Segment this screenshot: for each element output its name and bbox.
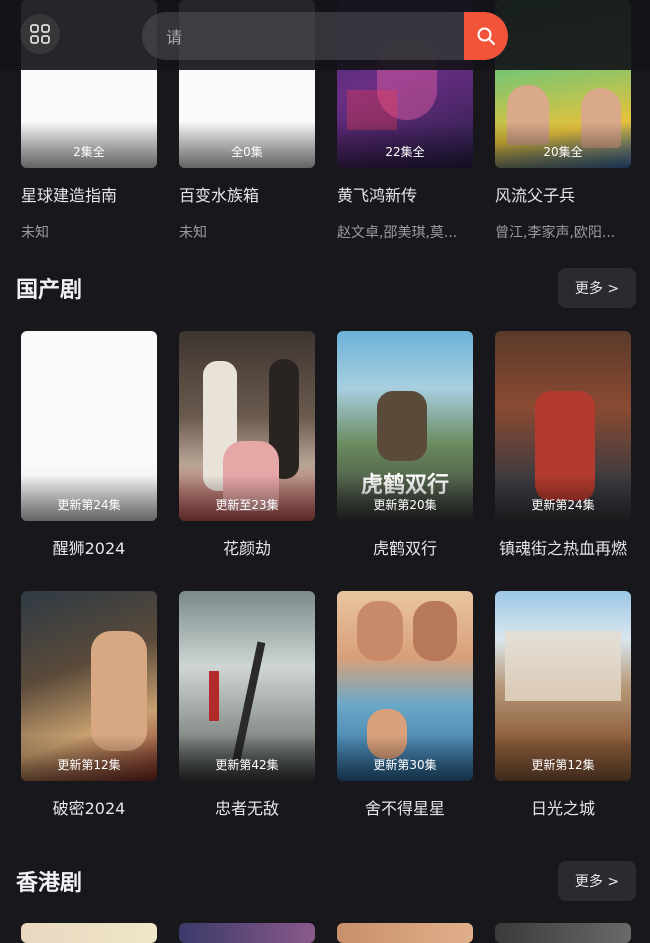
poster: 更新第12集 [21, 591, 157, 781]
video-card[interactable]: 更新第24集 醒狮2024 [21, 331, 157, 559]
poster: 更新第24集 [495, 331, 631, 521]
episode-badge: 2集全 [73, 145, 105, 159]
video-card[interactable]: 虎鹤双行 更新第20集 虎鹤双行 [337, 331, 473, 559]
video-title: 百变水族箱 [179, 186, 260, 205]
episode-badge: 20集全 [543, 145, 583, 159]
video-title: 黄飞鸿新传 [337, 186, 418, 205]
poster [21, 923, 157, 943]
poster: 更新第24集 [21, 331, 157, 521]
search-bar [142, 12, 508, 60]
poster: 更新第30集 [337, 591, 473, 781]
episode-badge: 更新第42集 [215, 758, 279, 772]
poster: 更新至23集 [179, 331, 315, 521]
video-title: 镇魂街之热血再燃 [498, 539, 627, 558]
poster [495, 923, 631, 943]
video-card[interactable] [495, 923, 631, 943]
episode-badge: 更新第12集 [57, 758, 121, 772]
episode-badge: 22集全 [385, 145, 425, 159]
episode-badge: 更新第24集 [57, 498, 121, 512]
video-card[interactable]: 更新第12集 日光之城 [495, 591, 631, 819]
video-card[interactable] [21, 923, 157, 943]
grid-icon [30, 24, 50, 44]
video-cast: 未知 [179, 225, 207, 241]
episode-badge: 更新第20集 [373, 498, 437, 512]
video-card[interactable]: 更新第24集 镇魂街之热血再燃 [495, 331, 631, 559]
video-card[interactable]: 更新第12集 破密2024 [21, 591, 157, 819]
video-title: 花颜劫 [222, 539, 271, 558]
video-title: 星球建造指南 [21, 186, 118, 205]
more-button[interactable]: 更多 > [558, 861, 636, 901]
poster: 虎鹤双行 更新第20集 [337, 331, 473, 521]
episode-badge: 更新第24集 [531, 498, 595, 512]
video-title: 风流父子兵 [495, 186, 576, 205]
section-title: 香港剧 [16, 871, 83, 896]
top-bar [0, 0, 650, 70]
more-button[interactable]: 更多 > [558, 268, 636, 308]
video-card[interactable]: 更新第42集 忠者无敌 [179, 591, 315, 819]
section-header-domestic: 国产剧 更多 > [0, 268, 650, 308]
search-button[interactable] [464, 12, 508, 60]
category-grid-button[interactable] [20, 14, 60, 54]
video-title: 日光之城 [530, 799, 595, 818]
video-cast: 赵文卓,邵美琪,莫... [337, 225, 458, 241]
poster: 更新第12集 [495, 591, 631, 781]
section-header-hk: 香港剧 更多 > [0, 861, 650, 901]
video-card[interactable]: 更新至23集 花颜劫 [179, 331, 315, 559]
poster: 更新第42集 [179, 591, 315, 781]
video-cast: 未知 [21, 225, 49, 241]
video-card[interactable]: 更新第30集 舍不得星星 [337, 591, 473, 819]
episode-badge: 更新第12集 [531, 758, 595, 772]
video-title: 虎鹤双行 [372, 539, 437, 558]
video-cast: 曾江,李家声,欧阳... [495, 225, 616, 241]
video-title: 醒狮2024 [52, 539, 126, 558]
poster [179, 923, 315, 943]
video-card[interactable] [337, 923, 473, 943]
episode-badge: 更新第30集 [373, 758, 437, 772]
video-title: 舍不得星星 [364, 799, 445, 818]
search-icon [477, 27, 495, 45]
poster [337, 923, 473, 943]
video-title: 破密2024 [52, 799, 126, 818]
search-input[interactable] [164, 12, 458, 60]
episode-badge: 更新至23集 [215, 498, 279, 512]
video-title: 忠者无敌 [214, 799, 279, 818]
episode-badge: 全0集 [231, 145, 263, 159]
video-card[interactable] [179, 923, 315, 943]
section-title: 国产剧 [16, 278, 83, 303]
